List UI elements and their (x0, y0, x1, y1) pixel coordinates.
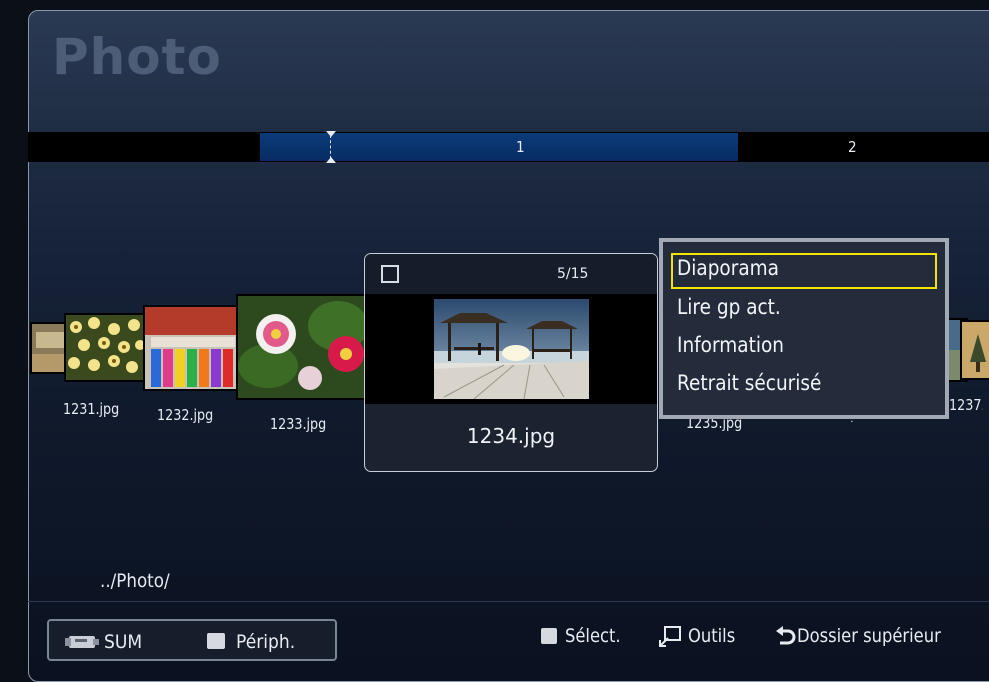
return-icon (776, 626, 796, 645)
select-button-icon (541, 628, 557, 644)
device-selector[interactable]: SUM Périph. (47, 619, 337, 661)
hint-parent-folder[interactable]: Dossier supérieur (797, 625, 941, 647)
timeline-bar[interactable]: 1 2 (28, 132, 989, 162)
footer-divider (28, 601, 989, 602)
photo-filename: 1237.jpg (949, 396, 983, 414)
menu-item-safe-remove[interactable]: Retrait sécurisé (677, 371, 902, 401)
color-button-icon (207, 633, 225, 649)
photo-thumbnail[interactable] (143, 305, 243, 391)
timeline-segment-1-label: 1 (516, 138, 525, 156)
tools-icon (659, 626, 681, 647)
page-title: Photo (52, 28, 222, 86)
photo-filename: 1232.jpg (157, 406, 214, 424)
photo-counter: 5/15 (557, 266, 589, 282)
photo-thumbnail[interactable] (236, 294, 370, 400)
tools-popup-menu: Diaporama Lire gp act. Information Retra… (659, 238, 949, 419)
device-periph-label[interactable]: Périph. (236, 631, 295, 653)
current-folder-path: ../Photo/ (100, 570, 170, 592)
menu-item-play-group[interactable]: Lire gp act. (677, 295, 902, 325)
timeline-segment-2-label[interactable]: 2 (848, 138, 857, 156)
hint-select[interactable]: Sélect. (565, 625, 621, 647)
focused-photo-image (434, 299, 589, 399)
photo-filename: 1233.jpg (270, 415, 327, 433)
menu-item-slideshow[interactable]: Diaporama (677, 256, 902, 286)
usb-drive-icon (65, 636, 99, 648)
menu-item-information[interactable]: Information (677, 333, 902, 363)
card-header (365, 254, 657, 294)
select-checkbox[interactable] (381, 265, 399, 283)
photo-filename: 1231.jpg (63, 400, 120, 418)
device-sum-label[interactable]: SUM (104, 631, 142, 653)
focused-photo-card[interactable]: 5/15 1234.jpg (364, 253, 658, 472)
hint-tools[interactable]: Outils (688, 625, 735, 647)
photo-thumbnail[interactable] (960, 320, 989, 380)
photo-thumbnail[interactable] (64, 313, 148, 382)
focused-photo-filename: 1234.jpg (466, 424, 556, 448)
timeline-position-marker (326, 131, 336, 163)
